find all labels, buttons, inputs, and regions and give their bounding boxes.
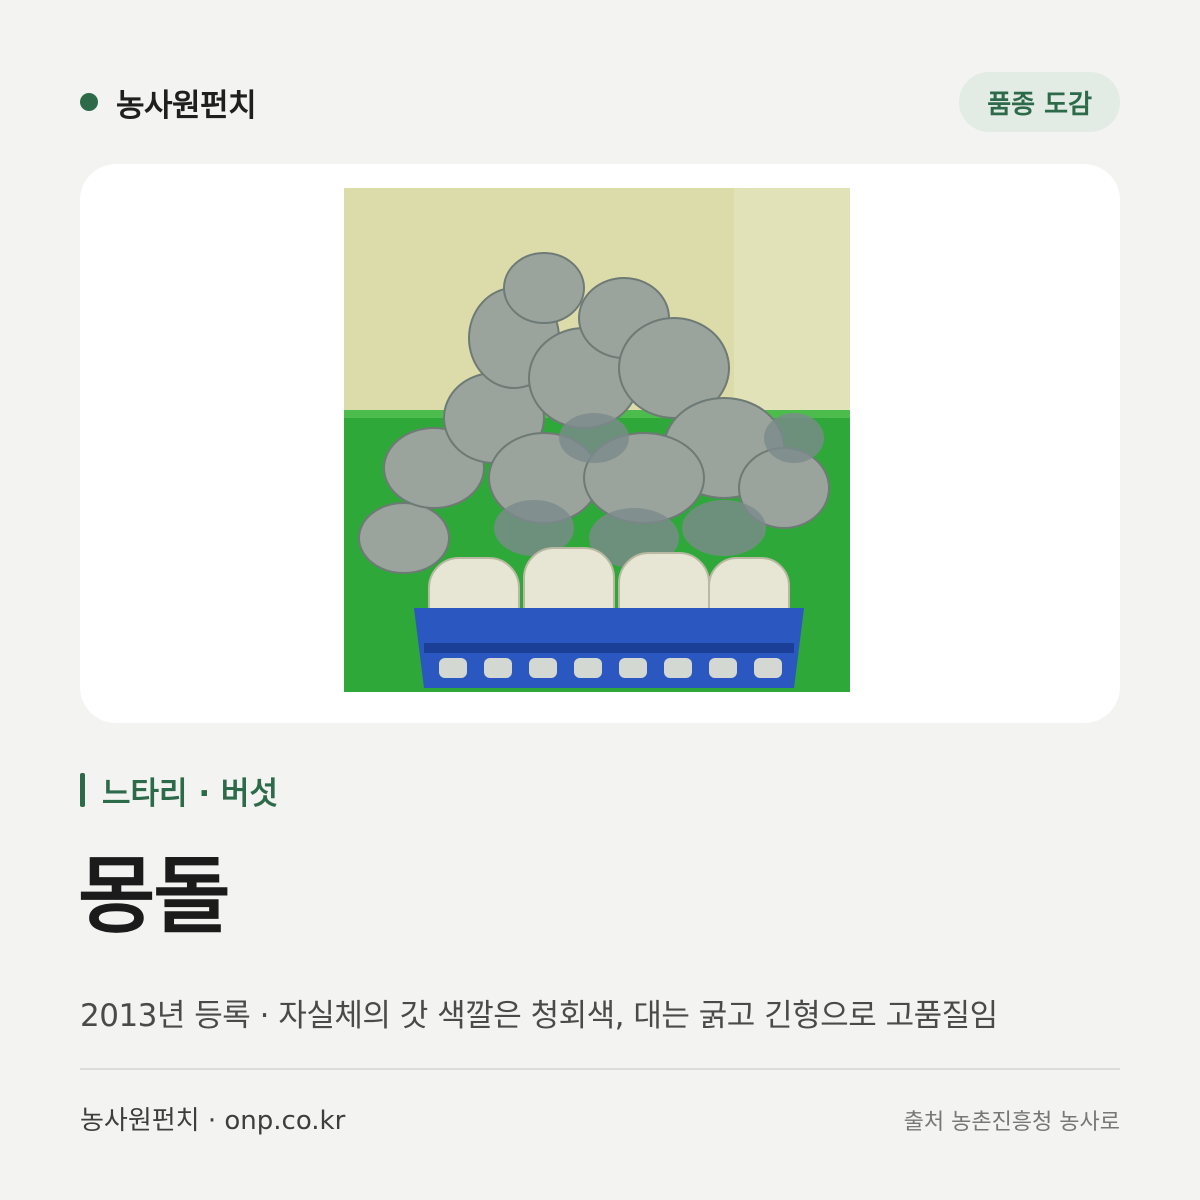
- category-label: 느타리 · 버섯: [80, 768, 278, 812]
- header: 농사원펀치 품종 도감: [80, 72, 1120, 132]
- image-card: [80, 164, 1120, 723]
- category-bar: [80, 773, 85, 807]
- category-text: 느타리 · 버섯: [102, 775, 278, 812]
- category-chip[interactable]: 품종 도감: [959, 72, 1120, 132]
- brand-name: 농사원펀치: [116, 87, 257, 124]
- footer-source: 출처 농촌진흥청 농사로: [903, 1110, 1120, 1135]
- variety-name: 몽돌: [78, 847, 231, 945]
- footer-site[interactable]: 농사원펀치 · onp.co.kr: [80, 1100, 345, 1137]
- mushroom-photo: [344, 188, 850, 692]
- brand-dot-icon: [80, 93, 98, 111]
- brand[interactable]: 농사원펀치: [80, 72, 257, 132]
- divider: [80, 1068, 1120, 1070]
- variety-description: 2013년 등록 · 자실체의 갓 색깔은 청회색, 대는 굵고 긴형으로 고품…: [80, 998, 998, 1034]
